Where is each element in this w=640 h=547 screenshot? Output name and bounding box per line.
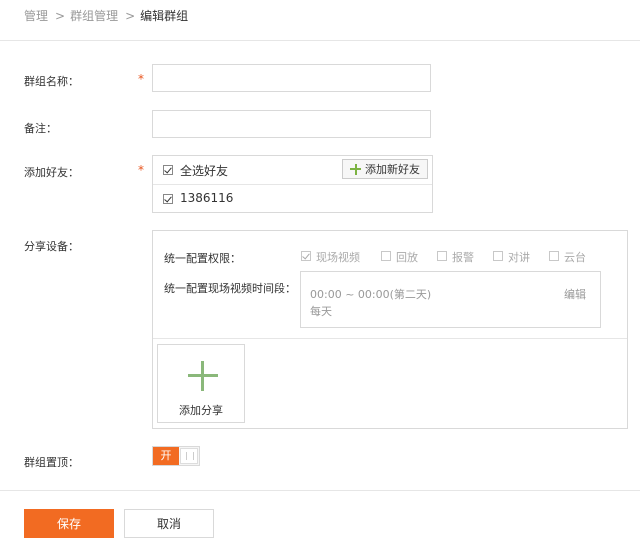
breadcrumb-item-group-manage[interactable]: 群组管理 bbox=[70, 9, 118, 23]
friends-list: 全选好友 添加新好友 1386116 bbox=[152, 155, 433, 213]
friend-checkbox[interactable] bbox=[163, 194, 173, 204]
group-name-input[interactable] bbox=[152, 64, 431, 92]
friend-label[interactable]: 1386116 bbox=[180, 191, 233, 205]
permission-live-video-label: 现场视频 bbox=[316, 251, 360, 264]
share-divider bbox=[153, 338, 627, 339]
add-share-label: 添加分享 bbox=[179, 404, 223, 417]
permission-intercom[interactable]: 对讲 bbox=[493, 249, 530, 265]
group-name-label: 群组名称： bbox=[24, 75, 79, 88]
plus-icon bbox=[350, 163, 361, 175]
checkbox-icon[interactable] bbox=[549, 251, 559, 261]
permission-playback-label: 回放 bbox=[396, 251, 418, 264]
remark-input[interactable] bbox=[152, 110, 431, 138]
permission-live-video[interactable]: 现场视频 bbox=[301, 249, 360, 265]
time-period-box: 00:00 ~ 00:00(第二天) 每天 编辑 bbox=[300, 271, 601, 328]
plus-icon bbox=[188, 361, 218, 391]
add-new-friend-button[interactable]: 添加新好友 bbox=[342, 159, 428, 179]
checkbox-icon[interactable] bbox=[381, 251, 391, 261]
footer-divider bbox=[0, 490, 640, 491]
breadcrumb-separator: > bbox=[125, 9, 136, 23]
breadcrumb-current: 编辑群组 bbox=[140, 9, 189, 23]
add-new-friend-label: 添加新好友 bbox=[365, 163, 420, 176]
share-devices-label: 分享设备： bbox=[24, 240, 79, 253]
permission-ptz-label: 云台 bbox=[564, 251, 586, 264]
select-all-row: 全选好友 添加新好友 bbox=[153, 156, 432, 185]
pin-group-toggle[interactable]: 开 bbox=[152, 446, 200, 466]
add-friends-label: 添加好友： bbox=[24, 166, 79, 179]
breadcrumb: 管理 > 群组管理 > 编辑群组 bbox=[24, 6, 188, 26]
permission-ptz[interactable]: 云台 bbox=[549, 249, 586, 265]
permission-intercom-label: 对讲 bbox=[508, 251, 530, 264]
friend-row: 1386116 bbox=[153, 185, 432, 213]
select-all-checkbox[interactable] bbox=[163, 165, 173, 175]
checkbox-icon[interactable] bbox=[301, 251, 311, 261]
select-all-label[interactable]: 全选好友 bbox=[180, 162, 228, 179]
remark-label: 备注： bbox=[24, 122, 57, 135]
breadcrumb-item-manage[interactable]: 管理 bbox=[24, 9, 48, 23]
checkbox-icon[interactable] bbox=[437, 251, 447, 261]
permission-config-label: 统一配置权限： bbox=[164, 252, 241, 265]
pin-group-label: 群组置顶： bbox=[24, 456, 79, 469]
share-devices-panel: 统一配置权限： 现场视频 回放 报警 对讲 云台 统一配置现场视频时间段： 00… bbox=[152, 230, 628, 429]
header-divider bbox=[0, 40, 640, 41]
time-repeat: 每天 bbox=[310, 305, 332, 318]
toggle-knob[interactable] bbox=[180, 448, 198, 464]
required-mark: * bbox=[138, 72, 144, 86]
checkbox-icon[interactable] bbox=[493, 251, 503, 261]
permission-alarm[interactable]: 报警 bbox=[437, 249, 474, 265]
time-range: 00:00 ~ 00:00(第二天) bbox=[310, 288, 432, 301]
required-mark: * bbox=[138, 163, 144, 177]
permission-playback[interactable]: 回放 bbox=[381, 249, 418, 265]
permission-alarm-label: 报警 bbox=[452, 251, 474, 264]
breadcrumb-separator: > bbox=[55, 9, 66, 23]
time-config-label: 统一配置现场视频时间段： bbox=[164, 282, 296, 295]
edit-time-link[interactable]: 编辑 bbox=[564, 286, 586, 302]
add-share-button[interactable]: 添加分享 bbox=[157, 344, 245, 423]
save-button[interactable]: 保存 bbox=[24, 509, 114, 538]
cancel-button[interactable]: 取消 bbox=[124, 509, 214, 538]
toggle-on-label: 开 bbox=[153, 447, 179, 465]
